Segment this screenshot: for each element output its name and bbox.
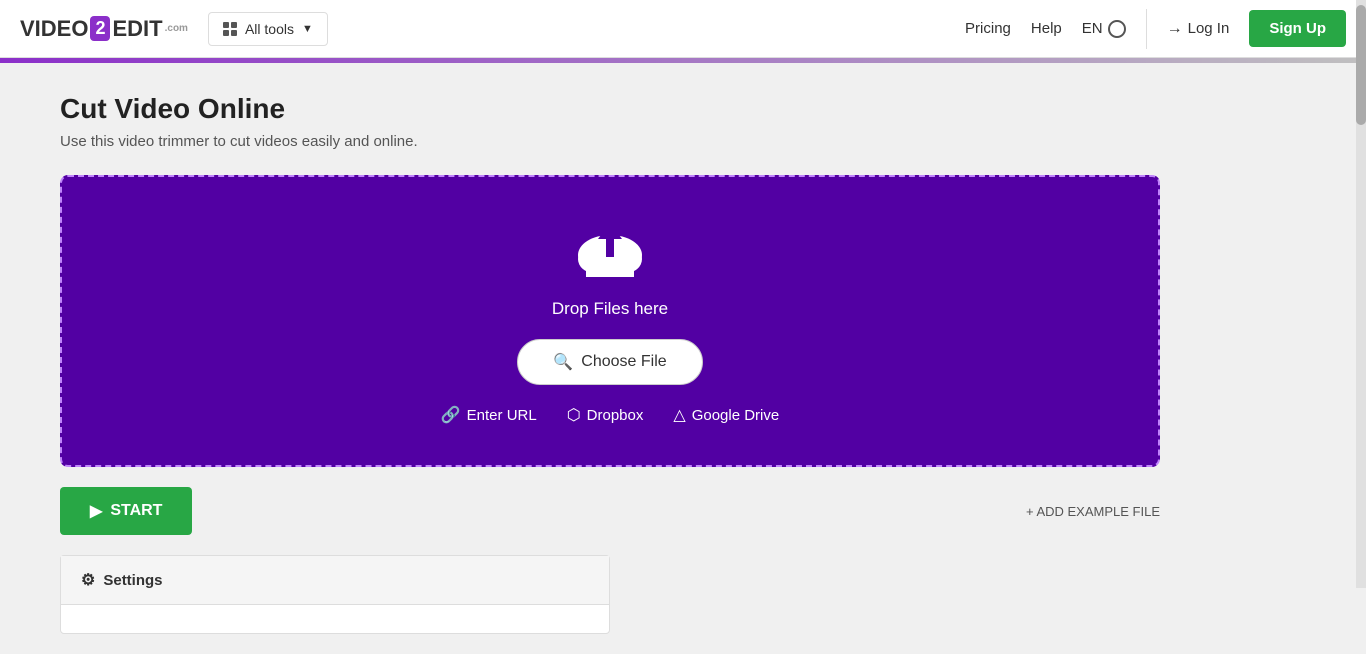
logo-2: 2 — [90, 16, 110, 41]
login-arrow-icon: → — [1167, 20, 1183, 38]
start-label: START — [110, 502, 162, 520]
page-title: Cut Video Online — [60, 93, 1306, 125]
all-tools-button[interactable]: All tools ▼ — [208, 12, 328, 46]
chevron-down-icon: ▼ — [302, 23, 313, 35]
separator — [1146, 9, 1147, 49]
language-button[interactable]: EN — [1082, 20, 1126, 38]
choose-file-label: Choose File — [581, 353, 666, 371]
enter-url-link[interactable]: 🔗 Enter URL — [441, 405, 537, 425]
cloud-upload-icon — [570, 217, 650, 287]
header-right: Pricing Help EN → Log In Sign Up — [965, 9, 1346, 49]
start-chevron-icon: ▶ — [90, 501, 102, 521]
enter-url-label: Enter URL — [467, 407, 537, 424]
settings-icon: ⚙ — [81, 570, 95, 590]
grid-icon — [223, 22, 237, 36]
settings-body — [61, 605, 609, 633]
page-subtitle: Use this video trimmer to cut videos eas… — [60, 133, 1306, 150]
dropbox-label: Dropbox — [587, 407, 644, 424]
choose-file-button[interactable]: 🔍 Choose File — [517, 339, 702, 385]
external-links: 🔗 Enter URL ⬡ Dropbox △ Google Drive — [441, 405, 779, 425]
main-content: Cut Video Online Use this video trimmer … — [0, 63, 1366, 654]
logo-edit: EDIT — [112, 16, 162, 42]
signup-button[interactable]: Sign Up — [1249, 10, 1346, 47]
scrollbar-thumb[interactable] — [1356, 5, 1366, 125]
header: VIDEO2EDIT.com All tools ▼ Pricing Help … — [0, 0, 1366, 58]
start-button[interactable]: ▶ START — [60, 487, 192, 535]
drop-files-text: Drop Files here — [552, 299, 668, 319]
logo-video: VIDEO — [20, 16, 88, 42]
dropbox-icon: ⬡ — [567, 405, 581, 425]
header-left: VIDEO2EDIT.com All tools ▼ — [20, 12, 965, 46]
dropbox-link[interactable]: ⬡ Dropbox — [567, 405, 644, 425]
login-label: Log In — [1188, 20, 1230, 37]
google-drive-label: Google Drive — [692, 407, 780, 424]
all-tools-label: All tools — [245, 21, 294, 37]
logo[interactable]: VIDEO2EDIT.com — [20, 16, 188, 42]
globe-icon — [1108, 20, 1126, 38]
settings-header: ⚙ Settings — [61, 556, 609, 605]
add-example-link[interactable]: + ADD EXAMPLE FILE — [1026, 504, 1160, 519]
google-drive-icon: △ — [673, 405, 685, 425]
bottom-actions: ▶ START + ADD EXAMPLE FILE — [60, 487, 1160, 535]
lang-label: EN — [1082, 20, 1103, 37]
google-drive-link[interactable]: △ Google Drive — [673, 405, 779, 425]
logo-com: .com — [165, 23, 188, 34]
search-icon: 🔍 — [553, 352, 573, 372]
settings-section: ⚙ Settings — [60, 555, 610, 634]
login-button[interactable]: → Log In — [1167, 20, 1230, 38]
scrollbar[interactable] — [1356, 0, 1366, 588]
help-link[interactable]: Help — [1031, 20, 1062, 37]
upload-area[interactable]: Drop Files here 🔍 Choose File 🔗 Enter UR… — [60, 175, 1160, 467]
settings-title: Settings — [103, 572, 162, 589]
link-icon: 🔗 — [441, 405, 461, 425]
pricing-link[interactable]: Pricing — [965, 20, 1011, 37]
